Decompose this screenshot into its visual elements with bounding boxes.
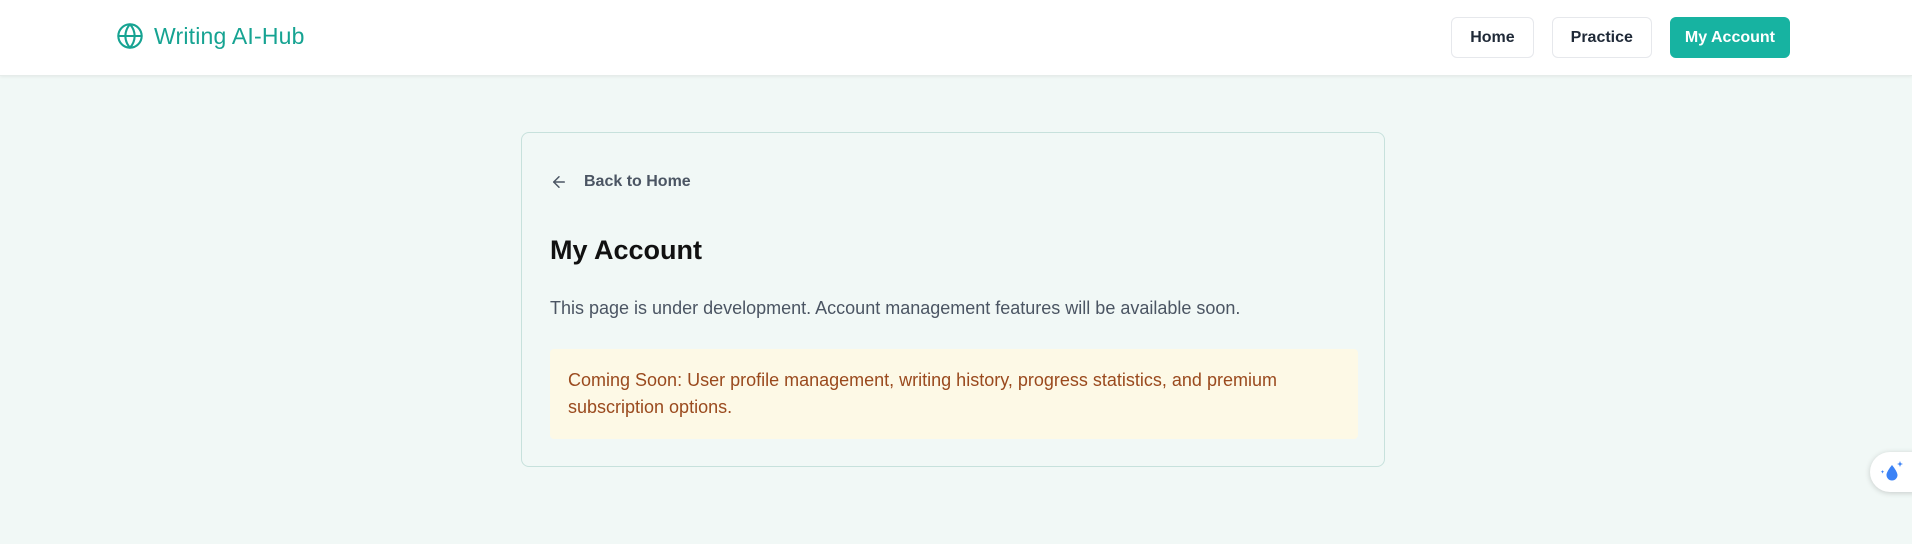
coming-soon-notice: Coming Soon: User profile management, wr… — [550, 349, 1358, 439]
brand-logo-link[interactable]: Writing AI-Hub — [116, 22, 305, 50]
nav-my-account-button[interactable]: My Account — [1669, 17, 1790, 58]
back-to-home-label: Back to Home — [584, 173, 691, 190]
top-navbar: Writing AI-Hub Home Practice My Account — [0, 0, 1912, 76]
floating-assistant-button[interactable] — [1870, 452, 1912, 492]
brand-name: Writing AI-Hub — [154, 22, 305, 49]
page-title: My Account — [550, 235, 703, 265]
main-nav: Home Practice My Account — [1451, 17, 1790, 58]
sparkle-drop-icon — [1880, 461, 1903, 481]
back-to-home-link[interactable]: Back to Home — [550, 173, 691, 191]
nav-practice-button[interactable]: Practice — [1551, 17, 1652, 58]
account-card: Back to Home My Account This page is und… — [521, 132, 1385, 467]
page-description: This page is under development. Account … — [550, 298, 1241, 318]
globe-icon — [117, 23, 143, 49]
arrow-left-icon — [553, 176, 565, 188]
nav-home-button[interactable]: Home — [1451, 17, 1534, 58]
